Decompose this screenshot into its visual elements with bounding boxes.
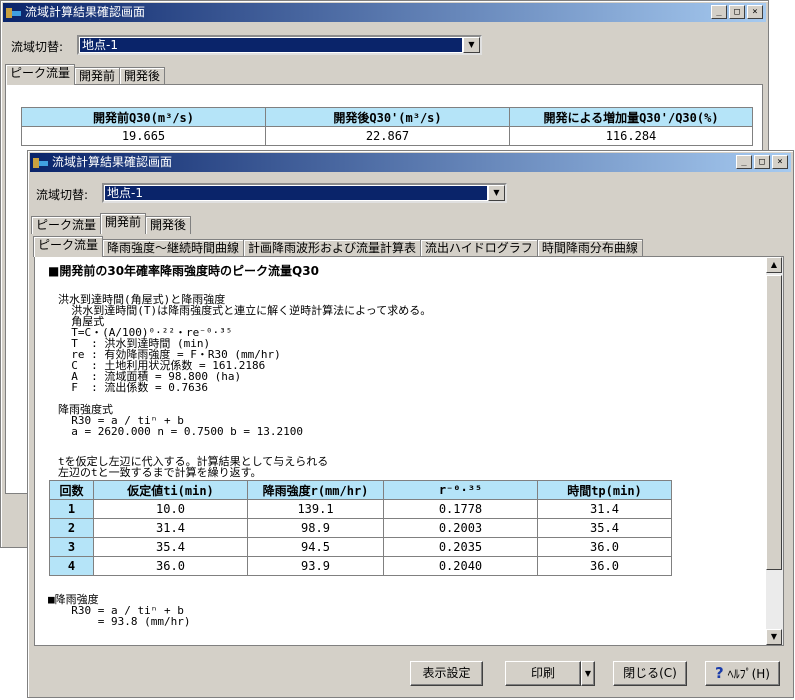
- cell: 0.1778: [383, 499, 538, 519]
- back-tab-after[interactable]: 開発後: [119, 67, 166, 85]
- heading: ■開発前の30年確率降雨強度時のピーク流量Q30: [48, 264, 319, 278]
- back-summary-table: 開発前Q30(m³/s) 開発後Q30'(m³/s) 開発による増加量Q30'/…: [21, 107, 753, 146]
- front-tab-before[interactable]: 開発前: [100, 213, 147, 234]
- cell: 139.1: [247, 499, 384, 519]
- subtab-idf-curve[interactable]: 降雨強度～継続時間曲線: [102, 239, 245, 257]
- front-tab-peak[interactable]: ピーク流量: [31, 216, 102, 234]
- cell: 10.0: [93, 499, 248, 519]
- help-icon: ?: [715, 664, 724, 682]
- back-switch-combo[interactable]: 地点-1 ▼: [77, 35, 482, 55]
- row-number: 4: [49, 556, 94, 576]
- cell: 93.9: [247, 556, 384, 576]
- front-window: 流域計算結果確認画面 _ □ × 流域切替: 地点-1 ▼ ピーク流量 開発前 …: [27, 150, 794, 698]
- close-button[interactable]: 閉じる(C): [613, 661, 687, 686]
- print-dropdown-button[interactable]: ▼: [581, 661, 595, 686]
- back-tab-peak[interactable]: ピーク流量: [5, 64, 76, 85]
- cell: 35.4: [537, 518, 672, 538]
- scroll-up-icon[interactable]: ▲: [766, 257, 782, 273]
- chevron-down-icon[interactable]: ▼: [488, 185, 505, 201]
- front-tab-after[interactable]: 開発後: [145, 216, 192, 234]
- iteration-table: 回数 仮定値ti(min) 降雨強度r(mm/hr) r⁻⁰·³⁵ 時間tp(m…: [49, 480, 672, 576]
- col-header: 仮定値ti(min): [93, 480, 248, 500]
- front-switch-label: 流域切替:: [36, 188, 89, 202]
- minimize-button[interactable]: _: [711, 5, 727, 19]
- back-col-header: 開発前Q30(m³/s): [21, 107, 266, 127]
- table-row: 3 35.4 94.5 0.2035 36.0: [49, 537, 672, 557]
- front-titlebar: 流域計算結果確認画面 _ □ ×: [30, 153, 791, 172]
- col-header: r⁻⁰·³⁵: [383, 480, 538, 500]
- text-line: F : 流出係数 = 0.7636: [58, 381, 208, 394]
- close-icon[interactable]: ×: [772, 155, 788, 169]
- front-title: 流域計算結果確認画面: [52, 155, 173, 169]
- cell: 0.2035: [383, 537, 538, 557]
- cell: 35.4: [93, 537, 248, 557]
- back-cell: 19.665: [21, 126, 266, 146]
- table-row: 4 36.0 93.9 0.2040 36.0: [49, 556, 672, 576]
- row-number: 1: [49, 499, 94, 519]
- back-titlebar: 流域計算結果確認画面 _ □ ×: [3, 3, 766, 22]
- back-col-header: 開発による増加量Q30'/Q30(%): [509, 107, 753, 127]
- back-cell: 22.867: [265, 126, 510, 146]
- front-switch-combo[interactable]: 地点-1 ▼: [102, 183, 507, 203]
- help-button[interactable]: ? ﾍﾙﾌﾟ(H): [705, 661, 780, 686]
- cell: 31.4: [537, 499, 672, 519]
- close-icon[interactable]: ×: [747, 5, 763, 19]
- scroll-thumb[interactable]: [766, 275, 782, 570]
- table-row: 1 10.0 139.1 0.1778 31.4: [49, 499, 672, 519]
- cell: 0.2040: [383, 556, 538, 576]
- cell: 36.0: [537, 537, 672, 557]
- table-row: 2 31.4 98.9 0.2003 35.4: [49, 518, 672, 538]
- display-settings-button[interactable]: 表示設定: [410, 661, 483, 686]
- cell: 98.9: [247, 518, 384, 538]
- back-tab-before[interactable]: 開発前: [74, 67, 121, 85]
- text-line: = 93.8 (mm/hr): [58, 615, 191, 628]
- back-col-header: 開発後Q30'(m³/s): [265, 107, 510, 127]
- app-icon: [6, 8, 21, 18]
- col-header: 降雨強度r(mm/hr): [247, 480, 384, 500]
- back-title: 流域計算結果確認画面: [25, 5, 146, 19]
- print-button[interactable]: 印刷: [505, 661, 581, 686]
- cell: 36.0: [537, 556, 672, 576]
- vertical-scrollbar[interactable]: ▲ ▼: [766, 257, 783, 645]
- cell: 31.4: [93, 518, 248, 538]
- text-line: 洪水到達時間(T)は降雨強度式と連立に解く逆時計算法によって求める。: [58, 304, 432, 317]
- back-switch-label: 流域切替:: [11, 40, 64, 54]
- cell: 0.2003: [383, 518, 538, 538]
- subtab-peak[interactable]: ピーク流量: [33, 236, 104, 257]
- subtab-hydrograph[interactable]: 流出ハイドログラフ: [420, 239, 538, 257]
- back-cell: 116.284: [509, 126, 753, 146]
- chevron-down-icon[interactable]: ▼: [463, 37, 480, 53]
- text-line: a = 2620.000 n = 0.7500 b = 13.2100: [58, 425, 304, 438]
- col-header: 時間tp(min): [537, 480, 672, 500]
- content-panel: ■開発前の30年確率降雨強度時のピーク流量Q30 洪水到達時間(角屋式)と降雨強…: [34, 256, 784, 646]
- subtab-time-distribution[interactable]: 時間降雨分布曲線: [536, 239, 643, 257]
- app-icon: [33, 158, 48, 168]
- help-label: ﾍﾙﾌﾟ(H): [727, 667, 770, 681]
- cell: 36.0: [93, 556, 248, 576]
- maximize-button[interactable]: □: [754, 155, 770, 169]
- row-number: 3: [49, 537, 94, 557]
- maximize-button[interactable]: □: [729, 5, 745, 19]
- text-line: 左辺のtと一致するまで計算を繰り返す。: [58, 466, 262, 479]
- scroll-down-icon[interactable]: ▼: [766, 629, 782, 645]
- minimize-button[interactable]: _: [736, 155, 752, 169]
- col-header: 回数: [49, 480, 94, 500]
- subtab-design-rainfall[interactable]: 計画降雨波形および流量計算表: [243, 239, 422, 257]
- row-number: 2: [49, 518, 94, 538]
- cell: 94.5: [247, 537, 384, 557]
